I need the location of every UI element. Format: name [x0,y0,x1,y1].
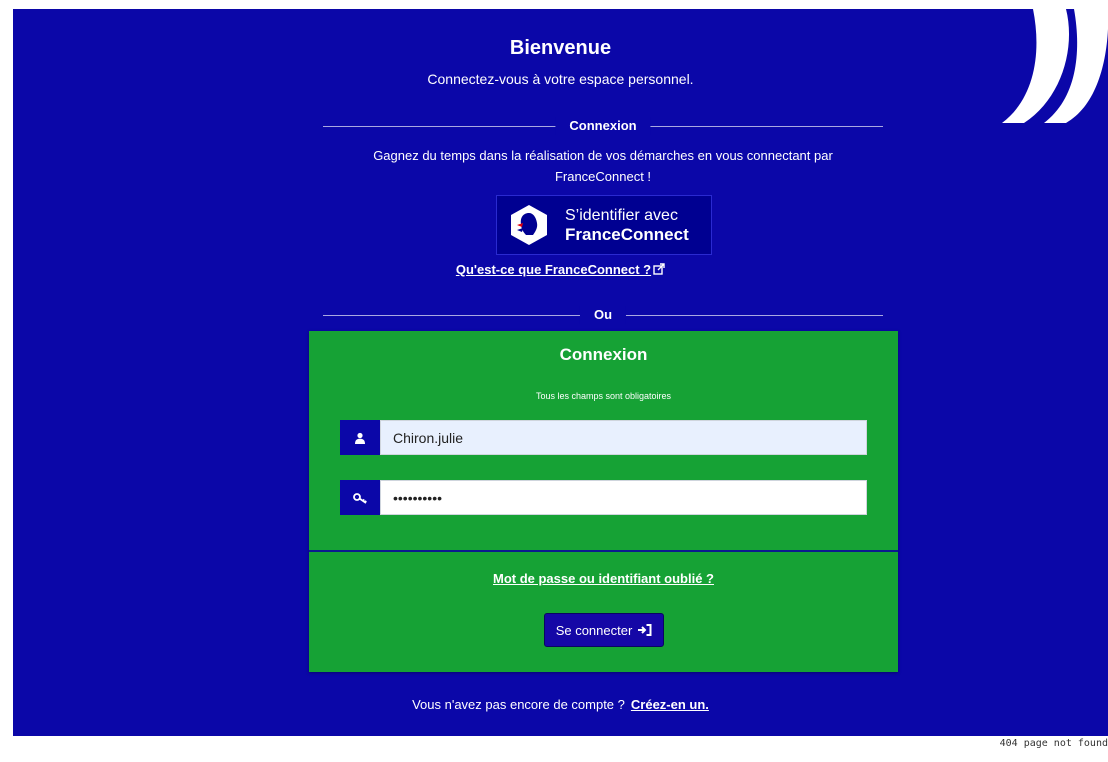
franceconnect-button-line1: S’identifier avec [565,207,678,224]
franceconnect-info-link[interactable]: Qu'est-ce que FranceConnect ? [456,262,651,277]
password-input[interactable] [380,480,867,515]
error-text: 404 page not found [999,738,1108,749]
franceconnect-button[interactable]: S’identifier avec FranceConnect [496,195,712,255]
franceconnect-logo-icon [511,205,547,245]
signup-prompt: Vous n'avez pas encore de compte ? [412,697,625,712]
franceconnect-button-line2: FranceConnect [565,225,689,244]
forgot-password-link[interactable]: Mot de passe ou identifiant oublié ? [309,571,898,586]
connexion-divider-label: Connexion [555,117,651,135]
franceconnect-intro: Gagnez du temps dans la réalisation de v… [373,148,833,184]
required-fields-note: Tous les champs sont obligatoires [535,391,672,401]
username-input[interactable] [380,420,867,455]
page-subtitle: Connectez-vous à votre espace personnel. [427,71,694,87]
user-icon [340,420,380,455]
signup-section: Vous n'avez pas encore de compte ? Créez-… [13,697,1108,712]
login-button[interactable]: Se connecter [544,613,664,647]
password-field [340,480,867,515]
page-title: Bienvenue [509,37,612,59]
key-icon [340,480,380,515]
external-link-icon[interactable] [653,263,665,278]
login-button-label: Se connecter [555,622,633,638]
login-card-title: Connexion [559,345,648,364]
signup-link[interactable]: Créez-en un. [631,697,709,712]
or-divider-label: Ou [579,306,627,324]
sign-in-icon [638,624,652,636]
login-card: Connexion Tous les champs sont obligatoi… [309,331,898,672]
username-field [340,420,867,455]
decorative-stripes [1002,9,1108,123]
login-page: Bienvenue Connectez-vous à votre espace … [13,9,1108,736]
connexion-divider: Connexion [323,117,883,135]
franceconnect-info-link-wrap: Qu'est-ce que FranceConnect ? [13,262,1108,278]
card-separator [309,550,898,552]
or-divider: Ou [323,306,883,324]
